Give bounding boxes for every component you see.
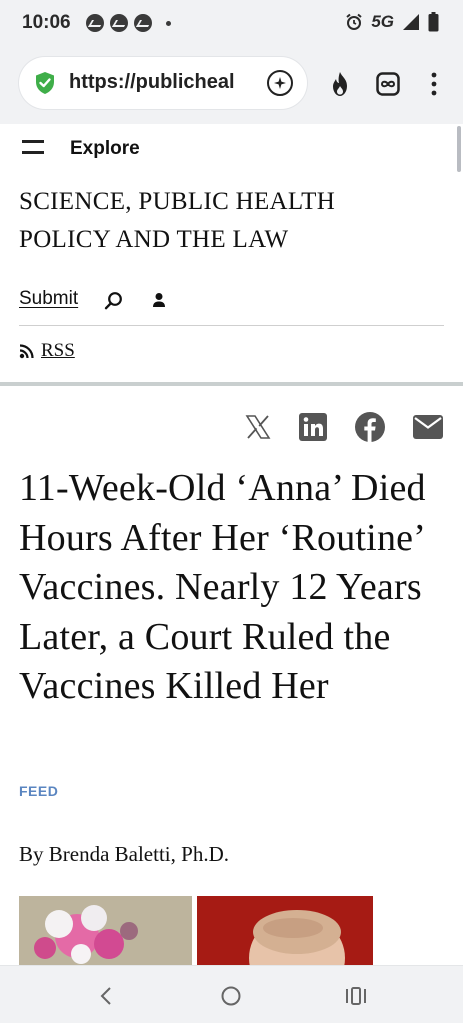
alarm-icon	[346, 13, 362, 30]
mail-icon[interactable]	[413, 415, 443, 439]
status-indicators: 5G	[345, 12, 439, 32]
article-title: 11-Week-Old ‘Anna’ Died Hours After Her …	[19, 467, 426, 707]
rss-link[interactable]: RSS	[19, 340, 75, 362]
article-image-baby	[197, 896, 373, 968]
messenger-icon	[86, 14, 104, 32]
browser-toolbar: https://publicheal	[0, 48, 463, 124]
system-nav-bar	[0, 965, 463, 1023]
messenger-icon	[110, 14, 128, 32]
submit-link[interactable]: Submit	[19, 288, 78, 310]
battery-icon	[428, 12, 439, 32]
new-chat-icon[interactable]	[267, 70, 293, 96]
status-bar: 10:06 5G	[0, 0, 463, 48]
recent-apps-icon[interactable]	[342, 982, 370, 1010]
messenger-icon	[134, 14, 152, 32]
category-tag[interactable]: FEED	[19, 783, 58, 799]
site-title[interactable]: SCIENCE, PUBLIC HEALTH POLICY AND THE LA…	[19, 183, 419, 259]
explore-menu-button[interactable]: Explore	[70, 138, 140, 160]
article-byline: By Brenda Baletti, Ph.D.	[19, 842, 229, 866]
scrollbar-thumb[interactable]	[457, 126, 461, 172]
network-label: 5G	[371, 12, 394, 31]
header-divider	[19, 325, 444, 326]
more-vert-icon[interactable]	[420, 70, 448, 98]
shield-check-icon[interactable]	[33, 71, 57, 95]
address-bar[interactable]: https://publicheal	[19, 57, 307, 109]
search-icon[interactable]	[104, 291, 124, 311]
home-icon[interactable]	[217, 982, 245, 1010]
section-divider	[0, 382, 463, 386]
url-text[interactable]: https://publicheal	[69, 71, 259, 94]
user-icon[interactable]	[152, 292, 166, 308]
linkedin-icon[interactable]	[299, 413, 327, 441]
back-icon[interactable]	[92, 982, 120, 1010]
site-menu-bar: Explore	[0, 124, 463, 172]
x-icon[interactable]	[245, 414, 271, 440]
fire-icon[interactable]	[326, 70, 354, 98]
article-image-flowers	[19, 896, 192, 968]
infinity-icon[interactable]	[374, 70, 402, 98]
notification-icons	[86, 14, 171, 32]
signal-icon	[403, 14, 419, 30]
menu-icon[interactable]	[22, 140, 44, 154]
share-buttons	[245, 412, 443, 442]
rss-label[interactable]: RSS	[41, 340, 75, 362]
rss-icon	[19, 344, 34, 359]
status-time: 10:06	[22, 12, 71, 33]
facebook-icon[interactable]	[355, 412, 385, 442]
more-notifications-dot	[166, 20, 171, 26]
